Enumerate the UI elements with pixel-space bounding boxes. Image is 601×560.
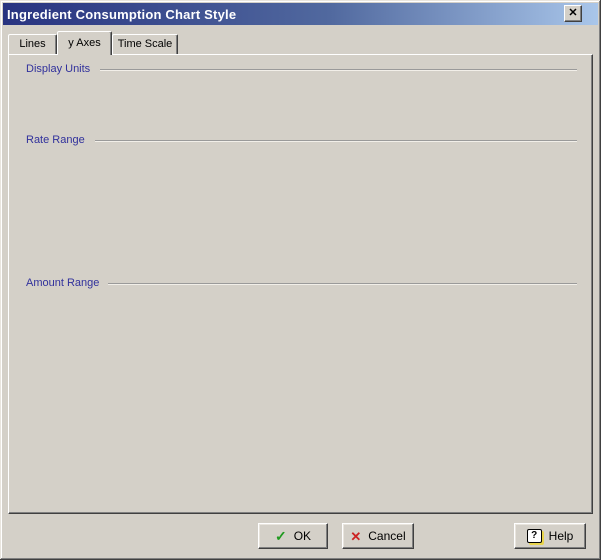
help-icon: ?	[527, 529, 542, 543]
close-icon: ✕	[568, 8, 577, 19]
help-button[interactable]: ? Help	[514, 523, 586, 549]
title-bar: Ingredient Consumption Chart Style ✕	[3, 3, 598, 25]
display-units-divider	[100, 69, 577, 70]
display-units-caption: Display Units	[26, 63, 90, 75]
rate-range-caption: Rate Range	[26, 134, 85, 146]
chart-style-dialog: Ingredient Consumption Chart Style ✕ Lin…	[0, 0, 601, 560]
close-button[interactable]: ✕	[564, 5, 582, 22]
cancel-button-label: Cancel	[368, 529, 405, 543]
rate-range-divider	[95, 140, 577, 141]
tab-lines[interactable]: Lines	[8, 34, 57, 54]
tab-y-axes[interactable]: y Axes	[57, 31, 112, 55]
cancel-button[interactable]: ✕ Cancel	[342, 523, 414, 549]
tab-time-scale[interactable]: Time Scale	[112, 34, 178, 54]
amount-range-divider	[108, 283, 577, 284]
amount-range-caption: Amount Range	[26, 277, 99, 289]
ok-button-label: OK	[294, 529, 311, 543]
check-icon: ✓	[275, 529, 287, 543]
help-button-label: Help	[549, 529, 574, 543]
x-icon: ✕	[350, 530, 361, 543]
ok-button[interactable]: ✓ OK	[258, 523, 328, 549]
dialog-title: Ingredient Consumption Chart Style	[3, 7, 236, 22]
